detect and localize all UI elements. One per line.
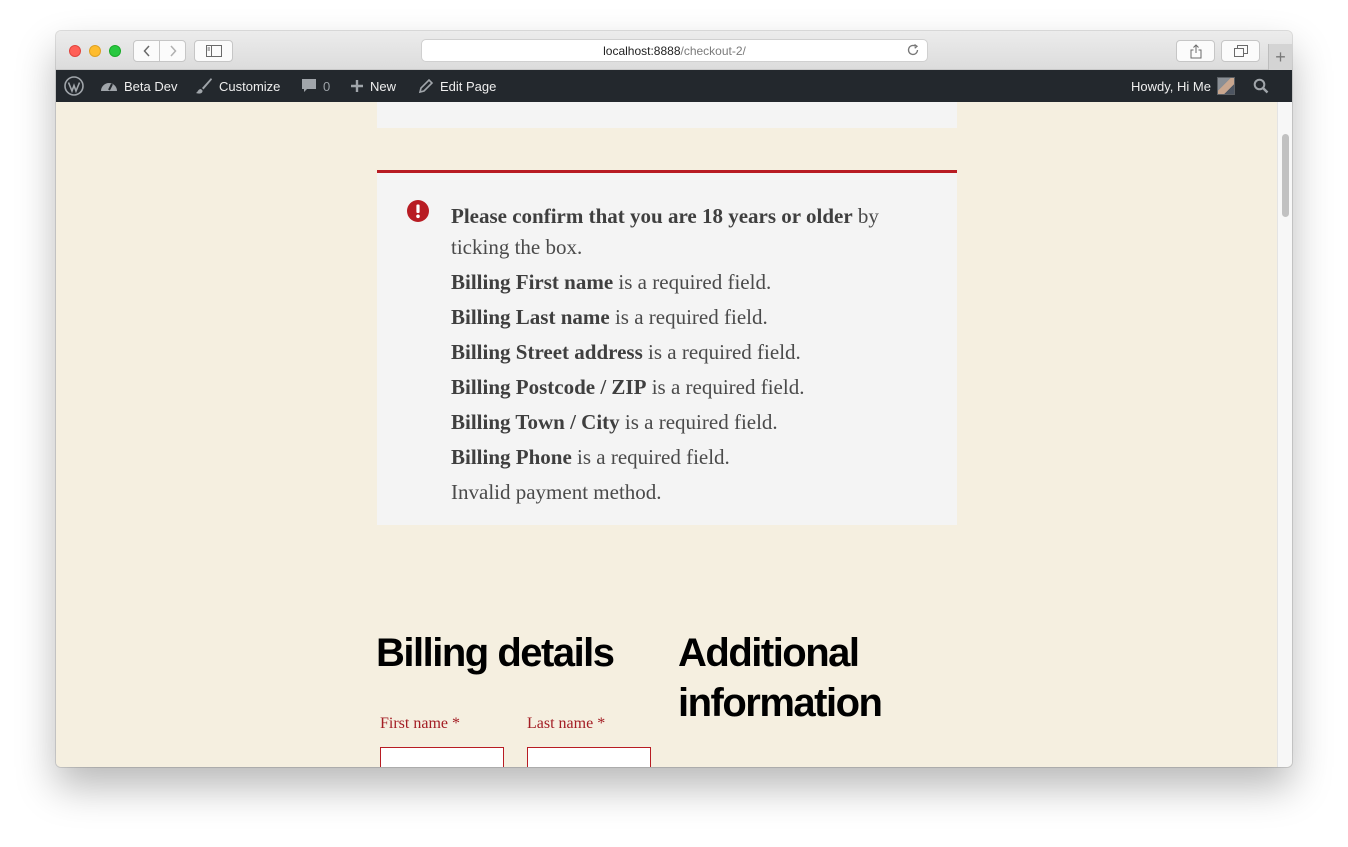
howdy-label: Howdy, Hi Me xyxy=(1131,78,1211,94)
paintbrush-icon xyxy=(196,78,212,94)
customize-link[interactable]: Customize xyxy=(195,70,280,102)
share-button[interactable] xyxy=(1176,40,1215,62)
first-name-input[interactable] xyxy=(380,747,504,767)
error-item: Billing First name is a required field. xyxy=(451,270,772,294)
wordpress-logo-menu[interactable] xyxy=(64,70,84,102)
title-bar: localhost:8888/checkout-2/ + xyxy=(56,31,1292,70)
search-icon xyxy=(1253,78,1269,94)
url-path: /checkout-2/ xyxy=(680,43,746,58)
edit-page-label: Edit Page xyxy=(440,78,497,94)
minimize-window-button[interactable] xyxy=(89,45,101,57)
pencil-icon xyxy=(418,78,434,94)
new-label: New xyxy=(370,78,397,94)
address-bar[interactable]: localhost:8888/checkout-2/ xyxy=(421,39,928,62)
new-content-menu[interactable]: New xyxy=(350,70,396,102)
wp-admin-bar: Beta Dev Customize 0 New Edit Page Howdy… xyxy=(56,70,1292,102)
chevron-left-icon xyxy=(142,45,150,57)
site-name-menu[interactable]: Beta Dev xyxy=(100,70,177,102)
error-item: Billing Last name is a required field. xyxy=(451,305,768,329)
share-icon xyxy=(1190,43,1201,58)
first-name-label: First name * xyxy=(380,715,460,732)
error-item: Invalid payment method. xyxy=(451,480,662,504)
comments-link[interactable]: 0 xyxy=(301,70,330,102)
browser-window: localhost:8888/checkout-2/ + Beta Dev Cu… xyxy=(56,31,1292,767)
close-window-button[interactable] xyxy=(69,45,81,57)
sidebar-icon xyxy=(205,45,222,57)
comment-icon xyxy=(302,79,316,92)
wordpress-logo-icon xyxy=(64,76,84,96)
checkout-error-notice: Please confirm that you are 18 years or … xyxy=(377,170,957,525)
required-mark: * xyxy=(597,715,606,732)
forward-button[interactable] xyxy=(159,41,185,61)
url-host: localhost:8888 xyxy=(603,43,681,58)
comments-count: 0 xyxy=(323,78,331,94)
site-name-label: Beta Dev xyxy=(124,78,178,94)
last-name-input[interactable] xyxy=(527,747,651,767)
last-name-label: Last name * xyxy=(527,715,606,732)
error-item: Billing Postcode / ZIP is a required fie… xyxy=(451,375,805,399)
plus-icon xyxy=(351,80,363,92)
history-nav xyxy=(133,40,186,62)
required-mark: * xyxy=(452,715,460,732)
zoom-window-button[interactable] xyxy=(109,45,121,57)
show-tabs-button[interactable] xyxy=(1221,40,1260,62)
additional-information-heading: Additional information xyxy=(678,631,883,725)
edit-page-link[interactable]: Edit Page xyxy=(418,70,496,102)
back-button[interactable] xyxy=(134,41,159,61)
previous-section-box xyxy=(377,102,957,128)
error-item: Please confirm that you are 18 years or … xyxy=(451,204,879,259)
error-item: Billing Town / City is a required field. xyxy=(451,410,778,434)
billing-details-heading: Billing details xyxy=(376,631,615,675)
page-scrollbar[interactable] xyxy=(1277,102,1292,767)
scrollbar-thumb[interactable] xyxy=(1282,134,1289,217)
error-item: Billing Phone is a required field. xyxy=(451,445,730,469)
error-list: Please confirm that you are 18 years or … xyxy=(451,201,931,512)
reload-icon xyxy=(907,43,919,56)
sidebar-toggle-button[interactable] xyxy=(194,40,233,62)
avatar xyxy=(1216,77,1235,95)
new-tab-button[interactable]: + xyxy=(1268,44,1292,70)
plus-icon: + xyxy=(1275,46,1286,67)
reload-button[interactable] xyxy=(906,43,920,60)
admin-search-button[interactable] xyxy=(1253,70,1269,102)
error-item: Billing Street address is a required fie… xyxy=(451,340,801,364)
chevron-right-icon xyxy=(169,45,177,57)
page-content: Please confirm that you are 18 years or … xyxy=(56,102,1277,767)
customize-label: Customize xyxy=(219,78,281,94)
error-icon xyxy=(407,200,429,228)
dashboard-icon xyxy=(101,83,117,91)
my-account-menu[interactable]: Howdy, Hi Me xyxy=(1131,70,1235,102)
tabs-icon xyxy=(1233,45,1248,57)
